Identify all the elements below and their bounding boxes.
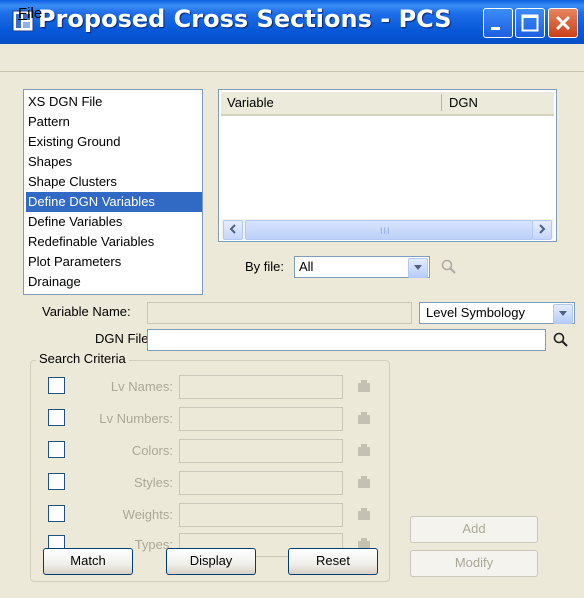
arrow-left-icon bbox=[229, 224, 236, 234]
window-title: Proposed Cross Sections - PCS bbox=[38, 5, 452, 33]
level-picker-icon[interactable] bbox=[357, 475, 371, 489]
menu-file[interactable]: File bbox=[18, 5, 42, 22]
weights-label: Weights: bbox=[122, 507, 173, 522]
add-button[interactable]: Add bbox=[410, 516, 538, 543]
category-item-existing-ground[interactable]: Existing Ground bbox=[26, 132, 202, 152]
styles-input[interactable] bbox=[179, 471, 343, 495]
modify-button[interactable]: Modify bbox=[410, 550, 538, 577]
category-item-shapes[interactable]: Shapes bbox=[26, 152, 202, 172]
close-icon bbox=[555, 15, 571, 31]
maximize-icon bbox=[521, 14, 539, 32]
lv-numbers-label: Lv Numbers: bbox=[99, 411, 173, 426]
scroll-thumb[interactable]: III bbox=[245, 220, 533, 240]
dgn-file-input[interactable] bbox=[147, 329, 546, 351]
category-item-redefinable-variables[interactable]: Redefinable Variables bbox=[26, 232, 202, 252]
chevron-down-icon[interactable] bbox=[408, 258, 428, 278]
styles-label: Styles: bbox=[133, 475, 173, 490]
close-button[interactable] bbox=[548, 8, 578, 38]
by-file-value: All bbox=[299, 259, 314, 274]
level-picker-icon[interactable] bbox=[357, 379, 371, 393]
category-item-plot-parameters[interactable]: Plot Parameters bbox=[26, 252, 202, 272]
colors-checkbox[interactable] bbox=[48, 441, 65, 458]
reset-button[interactable]: Reset bbox=[288, 548, 378, 575]
column-divider[interactable] bbox=[441, 94, 442, 111]
level-symbology-dropdown[interactable]: Level Symbology bbox=[419, 302, 575, 324]
category-item-drainage[interactable]: Drainage bbox=[26, 272, 202, 292]
styles-checkbox[interactable] bbox=[48, 473, 65, 490]
horizontal-scrollbar[interactable]: III bbox=[221, 219, 554, 240]
table-header: Variable DGN bbox=[221, 92, 554, 116]
category-list[interactable]: XS DGN File Pattern Existing Ground Shap… bbox=[23, 89, 203, 295]
level-symbology-value: Level Symbology bbox=[426, 305, 525, 320]
lv-numbers-input[interactable] bbox=[179, 407, 343, 431]
colors-input[interactable] bbox=[179, 439, 343, 463]
maximize-button[interactable] bbox=[515, 8, 545, 38]
menu-bar bbox=[0, 44, 584, 72]
search-icon[interactable] bbox=[552, 331, 570, 349]
minimize-button[interactable] bbox=[483, 8, 513, 38]
variables-table[interactable]: Variable DGN III bbox=[218, 89, 557, 242]
column-header-dgn[interactable]: DGN bbox=[449, 95, 478, 110]
weights-checkbox[interactable] bbox=[48, 505, 65, 522]
level-picker-icon[interactable] bbox=[357, 507, 371, 521]
display-button[interactable]: Display bbox=[166, 548, 256, 575]
category-item-define-variables[interactable]: Define Variables bbox=[26, 212, 202, 232]
scroll-right-button[interactable] bbox=[532, 220, 552, 240]
by-file-label: By file: bbox=[245, 259, 285, 274]
colors-label: Colors: bbox=[131, 443, 173, 458]
variable-name-label: Variable Name: bbox=[42, 304, 131, 319]
column-header-variable[interactable]: Variable bbox=[227, 95, 274, 110]
weights-input[interactable] bbox=[179, 503, 343, 527]
chevron-down-icon[interactable] bbox=[553, 304, 573, 324]
dgn-file-label: DGN File: bbox=[95, 331, 153, 346]
lv-names-checkbox[interactable] bbox=[48, 377, 65, 394]
search-icon[interactable] bbox=[440, 258, 458, 276]
scroll-grip: III bbox=[380, 226, 391, 236]
lv-names-label: Lv Names: bbox=[110, 379, 173, 394]
search-criteria-title: Search Criteria bbox=[36, 351, 129, 366]
minimize-icon bbox=[491, 27, 500, 30]
level-picker-icon[interactable] bbox=[357, 443, 371, 457]
category-item-pattern[interactable]: Pattern bbox=[26, 112, 202, 132]
match-button[interactable]: Match bbox=[43, 548, 133, 575]
scroll-left-button[interactable] bbox=[223, 220, 243, 240]
category-item-shape-clusters[interactable]: Shape Clusters bbox=[26, 172, 202, 192]
lv-names-input[interactable] bbox=[179, 375, 343, 399]
arrow-right-icon bbox=[539, 224, 546, 234]
level-picker-icon[interactable] bbox=[357, 411, 371, 425]
by-file-dropdown[interactable]: All bbox=[294, 256, 430, 278]
variable-name-input[interactable] bbox=[147, 302, 412, 324]
lv-numbers-checkbox[interactable] bbox=[48, 409, 65, 426]
category-item-xs-dgn-file[interactable]: XS DGN File bbox=[26, 92, 202, 112]
category-item-define-dgn-variables[interactable]: Define DGN Variables bbox=[26, 192, 202, 212]
